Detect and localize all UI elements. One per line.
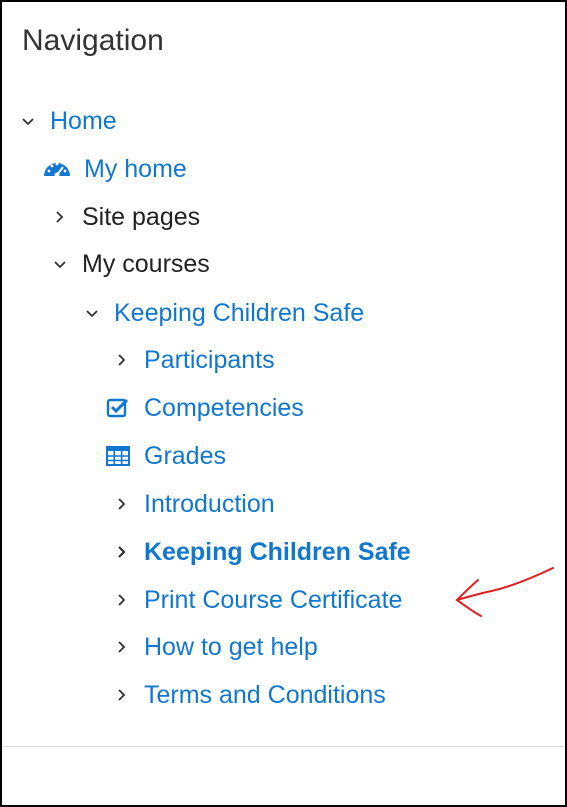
screenshot-frame: Navigation Home My home Site pages My co… bbox=[0, 0, 567, 807]
annotation-arrow-icon bbox=[455, 567, 554, 617]
